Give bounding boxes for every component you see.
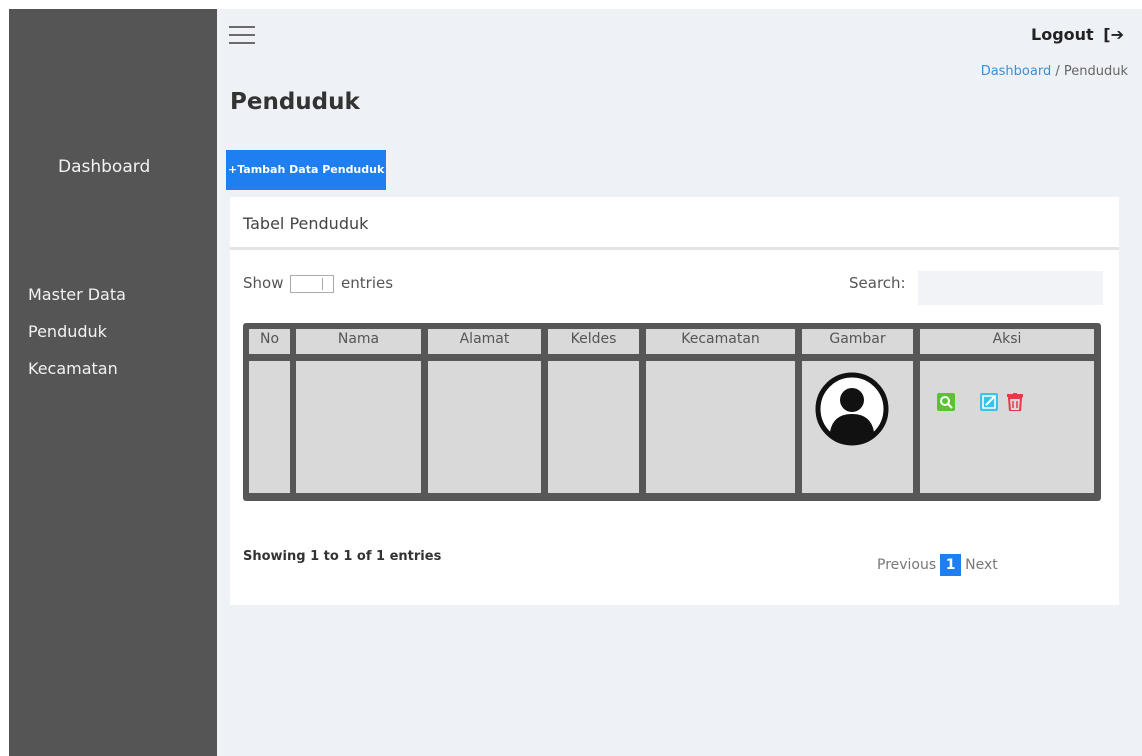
sidebar-item-dashboard[interactable]: Dashboard [58, 157, 150, 177]
logout-button[interactable]: Logout [➔ [1031, 25, 1124, 44]
edit-icon[interactable] [980, 393, 998, 411]
entries-label: entries [341, 274, 394, 292]
add-penduduk-button[interactable]: +Tambah Data Penduduk [226, 150, 387, 190]
cell-kecamatan [646, 361, 795, 493]
pagination-page-1[interactable]: 1 [940, 554, 962, 576]
cell-keldes [548, 361, 639, 493]
page-title: Penduduk [230, 89, 360, 115]
length-control: Show entries [243, 274, 393, 293]
penduduk-table-card: Tabel Penduduk Show entries Search: No N… [230, 197, 1119, 605]
cell-alamat [428, 361, 541, 493]
search-label: Search: [849, 274, 906, 292]
data-table: No Nama Alamat Keldes Kecamatan Gambar A… [243, 323, 1101, 501]
hamburger-menu-icon[interactable] [229, 24, 255, 46]
entries-select[interactable] [290, 274, 335, 293]
search-input[interactable] [918, 271, 1103, 305]
breadcrumb: Dashboard / Penduduk [981, 64, 1128, 79]
card-header: Tabel Penduduk [230, 197, 1119, 250]
pagination-previous[interactable]: Previous [877, 557, 936, 573]
column-header-gambar[interactable]: Gambar [802, 329, 913, 354]
sidebar-item-penduduk[interactable]: Penduduk [28, 322, 107, 341]
card-title: Tabel Penduduk [243, 214, 369, 233]
column-header-keldes[interactable]: Keldes [548, 329, 639, 354]
breadcrumb-dashboard-link[interactable]: Dashboard [981, 64, 1052, 79]
logout-label: Logout [1031, 25, 1094, 44]
view-icon[interactable] [937, 393, 955, 411]
table-info: Showing 1 to 1 of 1 entries [243, 549, 442, 564]
main-content: Logout [➔ Dashboard / Penduduk Penduduk … [217, 9, 1142, 756]
column-header-aksi: Aksi [920, 329, 1094, 354]
sidebar: Dashboard Master Data Penduduk Kecamatan [9, 9, 217, 756]
delete-icon[interactable] [1006, 393, 1024, 411]
sidebar-item-kecamatan[interactable]: Kecamatan [28, 359, 118, 378]
show-label: Show [243, 274, 284, 292]
breadcrumb-current: Penduduk [1063, 64, 1128, 79]
cell-aksi [920, 361, 1094, 493]
column-header-alamat[interactable]: Alamat [428, 329, 541, 354]
sidebar-item-master-data[interactable]: Master Data [28, 285, 126, 304]
cell-no [249, 361, 290, 493]
pagination: Previous 1 Next [877, 554, 998, 576]
column-header-kecamatan[interactable]: Kecamatan [646, 329, 795, 354]
column-header-no[interactable]: No [249, 329, 290, 354]
breadcrumb-separator: / [1051, 64, 1064, 79]
cell-nama [296, 361, 421, 493]
column-header-nama[interactable]: Nama [296, 329, 421, 354]
user-avatar-icon [815, 372, 889, 446]
pagination-next[interactable]: Next [965, 557, 998, 573]
cell-gambar [802, 361, 913, 493]
sign-out-icon: [➔ [1103, 25, 1124, 44]
